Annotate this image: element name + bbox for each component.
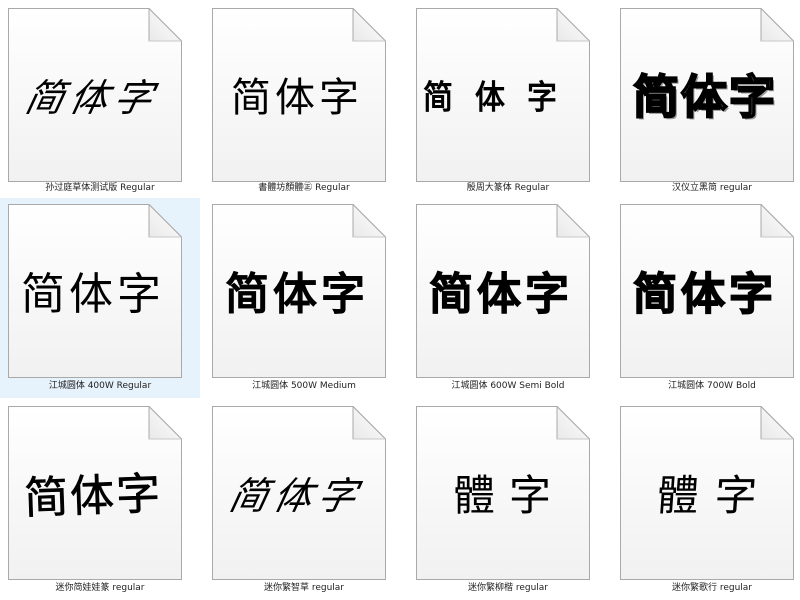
- font-file-item[interactable]: 體字迷你繁歌行 regular: [612, 400, 800, 600]
- font-file-item[interactable]: 简体字江城圆体 600W Semi Bold: [408, 198, 608, 398]
- font-sample-text: 简体字: [225, 269, 369, 320]
- font-preview-thumbnail: 简体字: [618, 202, 796, 380]
- font-file-name: 殷周大篆体 Regular: [466, 183, 550, 193]
- font-preview-thumbnail: 简体字: [6, 202, 184, 380]
- font-file-grid: 简体字孙过庭草体测试版 Regular 简体字書體坊顏體㊣ Regular: [0, 0, 800, 600]
- font-file-item[interactable]: 简体字江城圆体 400W Regular: [0, 198, 200, 398]
- font-preview-thumbnail: 體字: [618, 404, 796, 582]
- font-file-item[interactable]: 體字迷你繁柳楷 regular: [408, 400, 608, 600]
- font-sample-text: 简体字: [632, 69, 777, 125]
- font-file-item[interactable]: 简体字書體坊顏體㊣ Regular: [204, 2, 404, 202]
- font-sample-text: 简体字: [231, 75, 363, 121]
- font-sample-text: 简体字: [429, 269, 573, 321]
- font-file-name: 江城圆体 500W Medium: [252, 381, 356, 391]
- font-file-name: 迷你繁歌行 regular: [671, 583, 753, 593]
- font-sample-text: 简体字: [632, 268, 777, 321]
- font-file-item[interactable]: 简体字迷你简娃娃篆 regular: [0, 400, 200, 600]
- font-file-item[interactable]: 简体字迷你繁智草 regular: [204, 400, 404, 600]
- font-sample-text: 简体字: [21, 269, 165, 320]
- font-file-item[interactable]: 简体字孙过庭草体测试版 Regular: [0, 2, 200, 202]
- font-sample-text: 體字: [452, 470, 565, 520]
- font-file-item[interactable]: 简体字汉仪立黑简 regular: [612, 2, 800, 202]
- font-preview-thumbnail: 简体字: [6, 6, 184, 184]
- font-sample-text: 简体字: [21, 75, 163, 120]
- font-file-name: 江城圆体 700W Bold: [668, 381, 756, 391]
- font-preview-thumbnail: 简体字: [210, 6, 388, 184]
- font-file-name: 江城圆体 600W Semi Bold: [451, 381, 565, 391]
- font-preview-thumbnail: 简体字: [210, 404, 388, 582]
- font-file-item[interactable]: 简体字江城圆体 700W Bold: [612, 198, 800, 398]
- font-file-item[interactable]: 简体字殷周大篆体 Regular: [408, 2, 608, 202]
- font-sample-text: 简体字: [23, 468, 164, 525]
- font-file-name: 迷你简娃娃篆 regular: [55, 583, 145, 593]
- font-preview-thumbnail: 简体字: [414, 6, 592, 184]
- font-preview-thumbnail: 简体字: [618, 6, 796, 184]
- font-file-name: 孙过庭草体测试版 Regular: [45, 183, 155, 193]
- font-preview-thumbnail: 简体字: [414, 202, 592, 380]
- font-preview-thumbnail: 简体字: [6, 404, 184, 582]
- font-file-name: 江城圆体 400W Regular: [48, 381, 152, 391]
- font-file-name: 迷你繁柳楷 regular: [467, 583, 549, 593]
- font-sample-text: 體字: [655, 470, 775, 520]
- font-preview-thumbnail: 简体字: [210, 202, 388, 380]
- font-file-name: 迷你繁智草 regular: [263, 583, 345, 593]
- font-preview-thumbnail: 體字: [414, 404, 592, 582]
- font-file-name: 汉仪立黑简 regular: [671, 183, 753, 193]
- font-sample-text: 简体字: [423, 78, 579, 118]
- font-file-item[interactable]: 简体字江城圆体 500W Medium: [204, 198, 404, 398]
- font-sample-text: 简体字: [225, 473, 367, 518]
- font-file-name: 書體坊顏體㊣ Regular: [258, 183, 350, 193]
